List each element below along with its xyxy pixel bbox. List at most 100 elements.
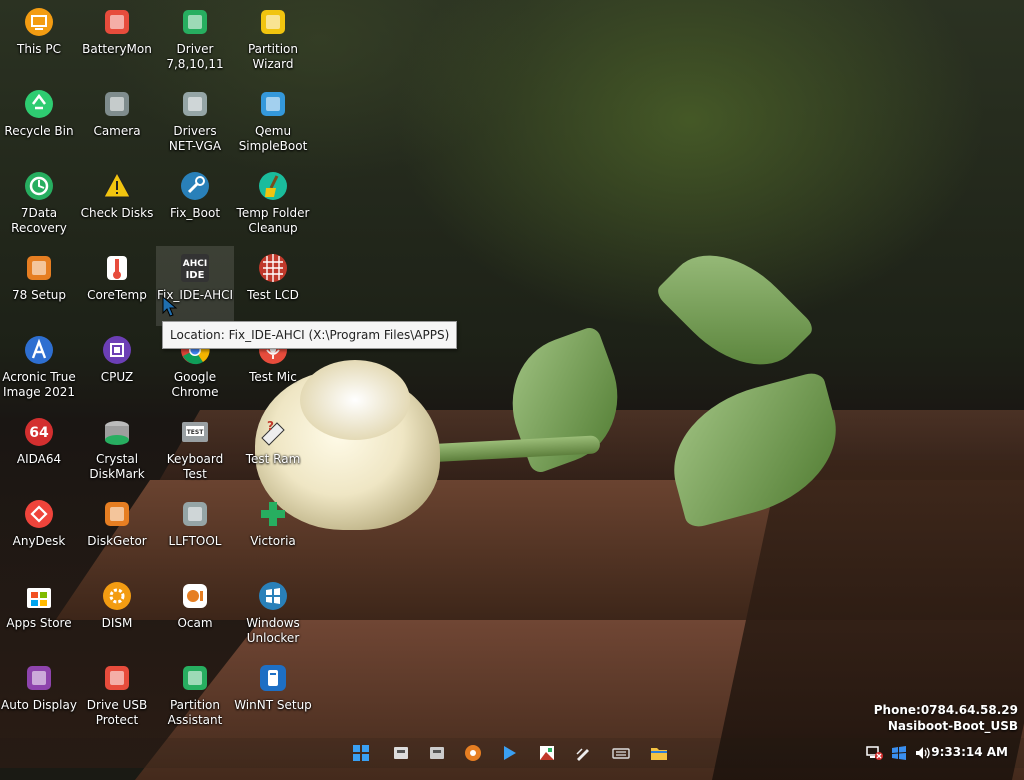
recycle-bin-icon — [23, 88, 55, 120]
start-icon[interactable] — [350, 742, 372, 764]
store-icon — [23, 580, 55, 612]
thermometer-icon — [101, 252, 133, 284]
desktop-icon-keyboard-test[interactable]: TEST Keyboard Test — [156, 410, 234, 490]
desktop-icon-ocam[interactable]: Ocam — [156, 574, 234, 654]
desktop-icon-partition-assistant[interactable]: Partition Assistant — [156, 656, 234, 736]
taskbar-clock[interactable]: 9:33:14 AM — [931, 745, 1008, 759]
media-play-icon[interactable] — [498, 742, 520, 764]
svg-text:?: ? — [267, 419, 274, 433]
desktop-icon-llftool[interactable]: LLFTOOL — [156, 492, 234, 572]
crystal-diskmark-icon — [101, 416, 133, 448]
desktop-icon-cpuz[interactable]: CPUZ — [78, 328, 156, 408]
phone-text: Phone:0784.64.58.29 — [873, 703, 1018, 717]
svg-text:TEST: TEST — [187, 429, 205, 436]
broom-icon — [257, 170, 289, 202]
llftool-icon — [179, 498, 211, 530]
desktop-icon-batterymon[interactable]: BatteryMon — [78, 0, 156, 80]
camera-icon — [101, 88, 133, 120]
desktop-icon-drive-usb-protect[interactable]: Drive USB Protect — [78, 656, 156, 736]
desktop-icon-label: BatteryMon — [82, 42, 152, 56]
desktop-icon-label: Victoria — [250, 534, 296, 548]
desktop-icon-label: Auto Display — [1, 698, 77, 712]
acronis-icon — [23, 334, 55, 366]
desktop-icon-78-setup[interactable]: 78 Setup — [0, 246, 78, 326]
desktop-icon-victoria[interactable]: Victoria — [234, 492, 312, 572]
desktop-icon-acronic-true-image-2021[interactable]: Acronic True Image 2021 — [0, 328, 78, 408]
desktop-icon-crystal-diskmark[interactable]: Crystal DiskMark — [78, 410, 156, 490]
desktop-icon-windows-unlocker[interactable]: Windows Unlocker — [234, 574, 312, 654]
usb-protect-icon — [101, 662, 133, 694]
desktop-icon-label: WinNT Setup — [234, 698, 312, 712]
desktop-icon-partition-wizard[interactable]: Partition Wizard — [234, 0, 312, 80]
desktop-icon-temp-folder-cleanup[interactable]: Temp Folder Cleanup — [234, 164, 312, 244]
windows-flag-icon[interactable] — [890, 745, 908, 761]
desktop-icon-label: Driver 7,8,10,11 — [166, 42, 224, 71]
batterymon-icon — [101, 6, 133, 38]
setup-icon — [23, 252, 55, 284]
desktop-icon-label: Check Disks — [80, 206, 154, 220]
network-disconnected-icon[interactable] — [866, 745, 884, 761]
disk-tool-icon[interactable] — [426, 742, 448, 764]
ahci-ide-icon: AHCI IDE — [179, 252, 211, 284]
auto-display-icon — [23, 662, 55, 694]
desktop-icon-coretemp[interactable]: CoreTemp — [78, 246, 156, 326]
aida64-icon: 64 — [23, 416, 55, 448]
victoria-icon — [257, 498, 289, 530]
wallpaper-rose-highlight — [300, 360, 410, 440]
desktop-icon-label: Acronic True Image 2021 — [2, 370, 76, 399]
ram-icon: ? — [257, 416, 289, 448]
desktop-icon-anydesk[interactable]: AnyDesk — [0, 492, 78, 572]
data-recovery-icon — [23, 170, 55, 202]
desktop-icon-label: 78 Setup — [11, 288, 66, 302]
winnt-setup-icon — [257, 662, 289, 694]
desktop-icon-apps-store[interactable]: Apps Store — [0, 574, 78, 654]
desktop-icon-label: Qemu SimpleBoot — [238, 124, 308, 153]
desktop-icon-drivers-net-vga[interactable]: Drivers NET-VGA — [156, 82, 234, 162]
desktop-icon-auto-display[interactable]: Auto Display — [0, 656, 78, 736]
desktop-icon-check-disks[interactable]: Check Disks — [78, 164, 156, 244]
desktop-icon-7data-recovery[interactable]: 7Data Recovery — [0, 164, 78, 244]
desktop-icon-label: Recycle Bin — [4, 124, 74, 138]
desktop-icon-this-pc[interactable]: This PC — [0, 0, 78, 80]
desktop-icon-test-lcd[interactable]: Test LCD — [234, 246, 312, 326]
desktop-icon-label: Test Mic — [249, 370, 297, 384]
desktop-icon-test-ram[interactable]: ? Test Ram — [234, 410, 312, 490]
desktop-icon-diskgetor[interactable]: DiskGetor — [78, 492, 156, 572]
desktop-icon-label: Windows Unlocker — [246, 616, 300, 645]
image-tool-icon[interactable] — [536, 742, 558, 764]
pencil-tool-icon[interactable] — [572, 742, 594, 764]
desktop-icon-label: Partition Wizard — [247, 42, 298, 71]
desktop-icon-qemu-simpleboot[interactable]: Qemu SimpleBoot — [234, 82, 312, 162]
desktop-icon-label: Keyboard Test — [166, 452, 224, 481]
diskgetor-icon — [101, 498, 133, 530]
drivers-net-vga-icon — [179, 88, 211, 120]
keyboard-icon[interactable] — [610, 742, 632, 764]
qemu-icon — [257, 88, 289, 120]
desktop-icon-winnt-setup[interactable]: WinNT Setup — [234, 656, 312, 736]
desktop-icon-camera[interactable]: Camera — [78, 82, 156, 162]
cpu-icon — [101, 334, 133, 366]
wallpaper-leaf — [653, 228, 817, 392]
desktop-icon-label: Fix_Boot — [169, 206, 221, 220]
disc-icon[interactable] — [462, 742, 484, 764]
desktop-icon-label: LLFTOOL — [168, 534, 222, 548]
desktop-icon-aida64[interactable]: 64 AIDA64 — [0, 410, 78, 490]
desktop-icon-dism[interactable]: DISM — [78, 574, 156, 654]
boot-name-text: Nasiboot-Boot_USB — [887, 719, 1018, 733]
desktop-icon-recycle-bin[interactable]: Recycle Bin — [0, 82, 78, 162]
desktop-icon-label: This PC — [17, 42, 61, 56]
desktop-icon-label: AnyDesk — [12, 534, 66, 548]
folder-icon[interactable] — [648, 742, 670, 764]
desktop-icon-label: 7Data Recovery — [11, 206, 67, 235]
svg-text:IDE: IDE — [186, 270, 205, 281]
desktop-icon-label: Camera — [93, 124, 141, 138]
usb-tool-icon[interactable] — [390, 742, 412, 764]
volume-icon[interactable] — [914, 745, 932, 761]
desktop-icon-label: Partition Assistant — [167, 698, 223, 727]
desktop-icon-label: CoreTemp — [87, 288, 147, 302]
desktop-icon-label: Test Ram — [245, 452, 301, 466]
desktop-icon-driver-7-8-10-11[interactable]: Driver 7,8,10,11 — [156, 0, 234, 80]
desktop-icon-fix-boot[interactable]: Fix_Boot — [156, 164, 234, 244]
svg-text:AHCI: AHCI — [183, 259, 207, 269]
desktop-icon-label: Apps Store — [6, 616, 72, 630]
